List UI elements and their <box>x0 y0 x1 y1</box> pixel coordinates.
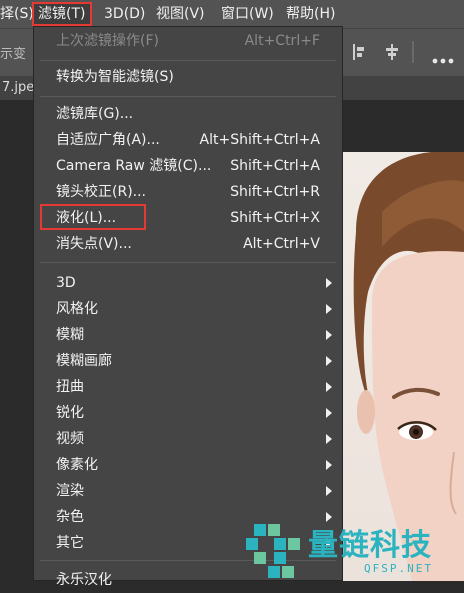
menu-view[interactable]: 视图(V) <box>156 0 205 28</box>
submenu-arrow-icon <box>326 356 332 366</box>
menu-item-3d[interactable]: 3D <box>34 270 342 296</box>
menu-item-blur-gallery[interactable]: 模糊画廊 <box>34 348 342 374</box>
menu-item-distort[interactable]: 扭曲 <box>34 374 342 400</box>
menu-item-convert-smart-filter[interactable]: 转换为智能滤镜(S) <box>34 64 342 90</box>
liquify-highlight-box <box>40 204 146 230</box>
menu-select[interactable]: 择(S) <box>0 0 34 28</box>
align-center-icon[interactable] <box>384 43 400 61</box>
watermark-subtitle: QFSP.NET <box>364 562 433 575</box>
menu-item-video[interactable]: 视频 <box>34 426 342 452</box>
menu-3d[interactable]: 3D(D) <box>104 0 145 28</box>
options-partial-text: 示变 <box>0 47 27 62</box>
submenu-arrow-icon <box>326 408 332 418</box>
menu-item-last-filter: 上次滤镜操作(F) Alt+Ctrl+F <box>56 33 320 49</box>
menu-item-lens-correction[interactable]: 镜头校正(R)... Shift+Ctrl+R <box>34 179 342 205</box>
watermark: 量链科技 QFSP.NET <box>244 520 464 581</box>
menu-separator <box>40 262 336 263</box>
divider-icon <box>412 41 414 63</box>
filter-dropdown-menu: 上次滤镜操作(F) Alt+Ctrl+F 转换为智能滤镜(S) 滤镜库(G)..… <box>33 26 343 588</box>
submenu-arrow-icon <box>326 434 332 444</box>
menu-item-stylize[interactable]: 风格化 <box>34 296 342 322</box>
portrait-photo <box>342 152 464 581</box>
menu-item-blur[interactable]: 模糊 <box>34 322 342 348</box>
menu-separator <box>40 60 336 61</box>
submenu-arrow-icon <box>326 486 332 496</box>
menu-filter[interactable]: 滤镜(T) <box>38 0 85 28</box>
submenu-arrow-icon <box>326 460 332 470</box>
menu-item-pixelate[interactable]: 像素化 <box>34 452 342 478</box>
menu-item-vanishing-point[interactable]: 消失点(V)... Alt+Ctrl+V <box>34 231 342 257</box>
submenu-arrow-icon <box>326 278 332 288</box>
menu-window[interactable]: 窗口(W) <box>221 0 274 28</box>
menu-item-render[interactable]: 渲染 <box>34 478 342 504</box>
menu-item-sharpen[interactable]: 锐化 <box>34 400 342 426</box>
menu-item-camera-raw[interactable]: Camera Raw 滤镜(C)... Shift+Ctrl+A <box>34 153 342 179</box>
watermark-title: 量链科技 <box>308 528 432 563</box>
more-options-icon[interactable] <box>432 49 456 64</box>
menu-help[interactable]: 帮助(H) <box>286 0 335 28</box>
submenu-arrow-icon <box>326 304 332 314</box>
submenu-arrow-icon <box>326 330 332 340</box>
menu-bar: 择(S) 滤镜(T) 3D(D) 视图(V) 窗口(W) 帮助(H) <box>0 0 464 28</box>
menu-separator <box>40 96 336 97</box>
watermark-logo-icon <box>246 524 300 578</box>
menu-item-filter-gallery[interactable]: 滤镜库(G)... <box>34 101 342 127</box>
submenu-arrow-icon <box>326 382 332 392</box>
menu-item-adaptive-wide-angle[interactable]: 自适应广角(A)... Alt+Shift+Ctrl+A <box>34 127 342 153</box>
align-left-icon[interactable] <box>352 43 366 61</box>
